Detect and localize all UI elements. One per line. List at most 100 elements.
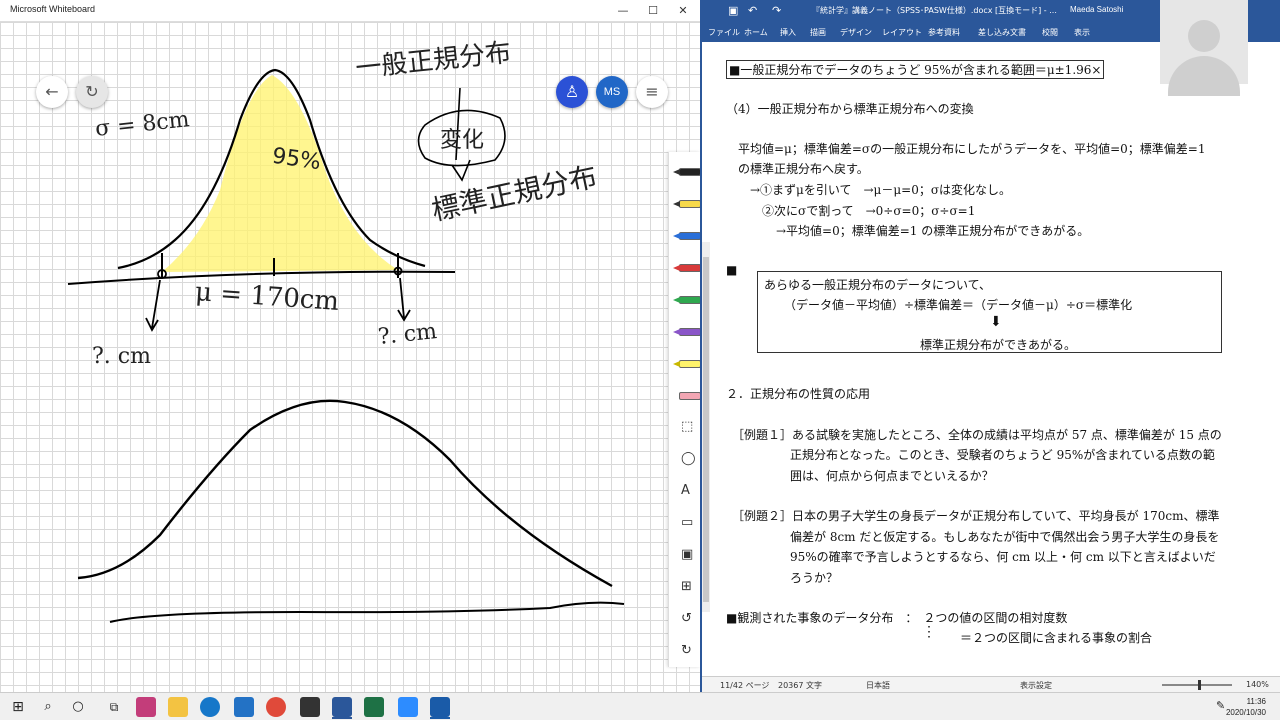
text-tool[interactable]: A (673, 482, 700, 502)
bell-curve-lower (77, 399, 613, 588)
active-indicator (430, 717, 450, 719)
cortana-icon[interactable]: ○ (68, 697, 88, 717)
tab-design[interactable]: デザイン (840, 27, 872, 38)
dotted-arrow-icon: ⋮ (922, 624, 936, 640)
word-icon[interactable] (332, 697, 352, 717)
tab-layout[interactable]: レイアウト (882, 27, 922, 38)
zoom-icon[interactable] (398, 697, 418, 717)
tab-mailings[interactable]: 差し込み文書 (978, 27, 1026, 38)
person-add-icon: ♙ (564, 82, 580, 101)
task-view-icon[interactable]: ⧉ (104, 697, 124, 717)
x-axis-lower (109, 601, 625, 623)
word-count[interactable]: 20367 文字 (778, 680, 822, 691)
pen-yellow[interactable] (673, 194, 700, 214)
plus-box-icon: ⊞ (681, 579, 692, 594)
annotation-bubble: 変化 (440, 128, 485, 153)
tab-insert[interactable]: 挿入 (780, 27, 796, 38)
undo-icon: ↺ (681, 611, 692, 626)
file-explorer-icon[interactable] (168, 697, 188, 717)
webcam-overlay (1160, 0, 1248, 96)
box-line: （データ値－平均値）÷標準偏差＝（データ値－μ）÷σ＝標準化 (784, 298, 1133, 312)
whiteboard-icon[interactable] (430, 697, 450, 717)
whiteboard-titlebar: Microsoft Whiteboard — ☐ ✕ (0, 0, 700, 22)
app-icon[interactable] (136, 697, 156, 717)
redo-tool[interactable]: ↻ (673, 642, 700, 662)
down-arrow-icon: ⬇ (990, 314, 1002, 330)
tab-references[interactable]: 参考資料 (928, 27, 960, 38)
language[interactable]: 日本語 (866, 680, 890, 691)
doc-line: ■一般正規分布でデータのちょうど 95%が含まれる範囲＝μ±1.96× (726, 60, 1105, 79)
menu-button[interactable]: ≡ (636, 76, 668, 108)
zoom-level[interactable]: 140% (1246, 680, 1269, 689)
lasso-tool[interactable]: ⬚ (673, 418, 700, 438)
tab-draw[interactable]: 描画 (810, 27, 826, 38)
excel-icon[interactable] (364, 697, 384, 717)
tab-review[interactable]: 校閲 (1042, 27, 1058, 38)
share-button[interactable]: ♙ (556, 76, 588, 108)
doc-line: の標準正規分布へ戻す。 (738, 162, 869, 176)
formula-box: あらゆる一般正規分布のデータについて、 （データ値－平均値）÷標準偏差＝（データ… (757, 271, 1222, 353)
shape-icon: ◯ (681, 451, 696, 466)
bullet-square: ■ (726, 263, 738, 277)
shape-tool[interactable]: ◯ (673, 450, 700, 470)
window-title: Microsoft Whiteboard (10, 4, 96, 14)
doc-line: ②次にσで割って →0÷σ=0；σ÷σ=1 (762, 204, 976, 218)
annotation-left-question: ?. cm (92, 344, 151, 369)
zoom-slider[interactable] (1162, 684, 1232, 686)
windows-start-icon[interactable]: ⊞ (8, 697, 28, 717)
hamburger-icon: ≡ (645, 82, 659, 101)
system-clock[interactable]: 11:36 2020/10/30 (1226, 696, 1266, 718)
undo-icon[interactable]: ↶ (748, 4, 757, 17)
zoom-thumb[interactable] (1198, 680, 1201, 690)
doc-line: 95%の確率で予言しようとするなら、何 cm 以上・何 cm 以下と言えばよいだ (790, 550, 1216, 564)
save-icon[interactable]: ▣ (728, 4, 738, 17)
active-indicator (332, 717, 352, 719)
image-icon: ▣ (681, 547, 694, 562)
document-page[interactable]: ■一般正規分布でデータのちょうど 95%が含まれる範囲＝μ±1.96× （4）一… (702, 42, 1280, 676)
back-button[interactable]: ← (36, 76, 68, 108)
pen-icon[interactable]: ✎ (1216, 699, 1225, 712)
doc-line: 正規分布となった。このとき、受験者のちょうど 95%が含まれている点数の範 (790, 448, 1215, 462)
whiteboard-canvas[interactable]: 一般正規分布 変化 標準正規分布 95% σ = 8cm μ = 170cm ?… (0, 22, 700, 692)
clock-time: 11:36 (1246, 697, 1266, 706)
pen-blue[interactable] (673, 226, 700, 246)
page-count[interactable]: 11/42 ページ (720, 680, 769, 691)
pen-red[interactable] (673, 258, 700, 278)
maximize-icon[interactable]: ☐ (638, 0, 668, 22)
search-icon[interactable]: ⌕ (38, 697, 58, 717)
clock-date: 2020/10/30 (1225, 708, 1266, 717)
note-tool[interactable]: ▭ (673, 514, 700, 534)
pen-green[interactable] (673, 290, 700, 310)
highlight-area (162, 75, 398, 272)
insert-tool[interactable]: ⊞ (673, 578, 700, 598)
taskbar: ⊞ ⌕ ○ ⧉ ✎ 11:36 2020/10/30 (0, 692, 1280, 720)
ink-beautify-button[interactable]: ↻ (76, 76, 108, 108)
mail-icon[interactable] (234, 697, 254, 717)
user-avatar[interactable]: MS (596, 76, 628, 108)
undo-tool[interactable]: ↺ (673, 610, 700, 630)
tab-view[interactable]: 表示 (1074, 27, 1090, 38)
doc-heading: （4）一般正規分布から標準正規分布への変換 (726, 102, 974, 116)
image-tool[interactable]: ▣ (673, 546, 700, 566)
tab-home[interactable]: ホーム (744, 27, 768, 38)
minimize-icon[interactable]: — (608, 0, 638, 22)
display-settings[interactable]: 表示設定 (1020, 680, 1052, 691)
account-name[interactable]: Maeda Satoshi (1070, 5, 1123, 14)
pen-black[interactable] (673, 162, 700, 182)
avatar-head-icon (1188, 20, 1220, 52)
tab-file[interactable]: ファイル (708, 27, 740, 38)
edge-icon[interactable] (200, 697, 220, 717)
highlighter-yellow[interactable] (673, 354, 700, 374)
eraser-tool[interactable] (673, 386, 700, 406)
redo-icon[interactable]: ↷ (772, 4, 781, 17)
back-arrow-icon: ← (45, 82, 59, 101)
redo-icon: ↻ (681, 643, 692, 658)
pen-purple[interactable] (673, 322, 700, 342)
doc-heading: ２．正規分布の性質の応用 (726, 387, 871, 401)
doc-line: 平均値=μ；標準偏差=σの一般正規分布にしたがうデータを、平均値=0；標準偏差=… (738, 142, 1206, 156)
chrome-icon[interactable] (266, 697, 286, 717)
app-icon[interactable] (300, 697, 320, 717)
close-icon[interactable]: ✕ (668, 0, 698, 22)
scrollbar-thumb[interactable] (703, 257, 709, 602)
doc-line: 偏差が 8cm だと仮定する。もしあなたが街中で偶然出会う男子大学生の身長を (790, 530, 1220, 544)
